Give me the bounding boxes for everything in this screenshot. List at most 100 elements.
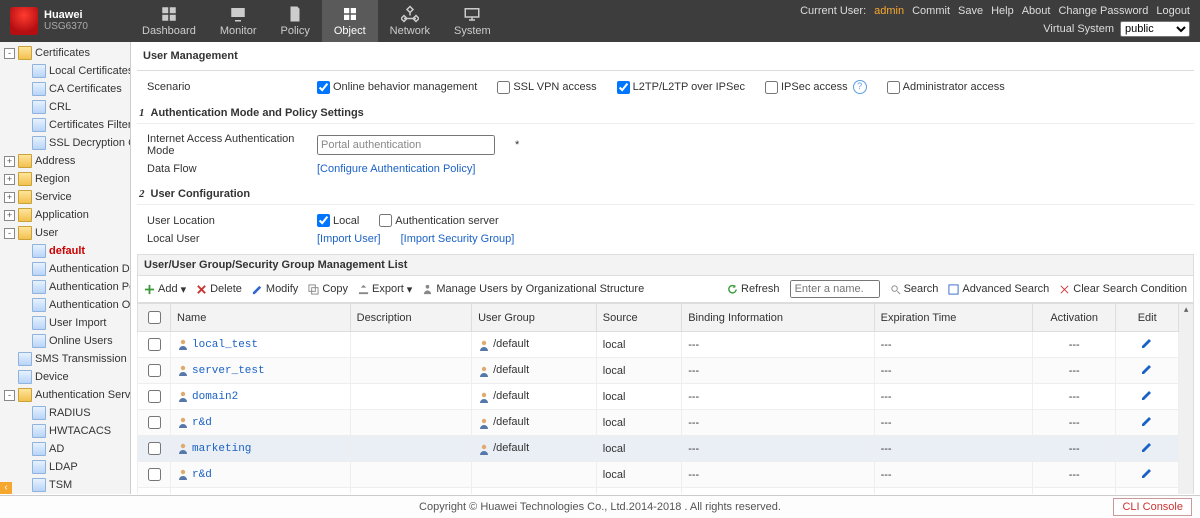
vsys-select[interactable]: public — [1120, 21, 1190, 37]
table-row[interactable]: server_test/defaultlocal--------- — [138, 358, 1179, 384]
tree-toggle-icon[interactable]: - — [4, 228, 15, 239]
row-checkbox[interactable] — [148, 338, 161, 351]
scenario-admin[interactable]: Administrator access — [887, 81, 1005, 94]
sidebar-item[interactable]: Authentication Policy — [0, 278, 130, 296]
sidebar-item[interactable]: +Application — [0, 206, 130, 224]
sidebar-item[interactable]: Online Users — [0, 332, 130, 350]
loc-local[interactable]: Local — [317, 214, 359, 227]
link-change-password[interactable]: Change Password — [1058, 5, 1148, 17]
refresh-button[interactable]: Refresh — [727, 283, 780, 295]
cli-console-button[interactable]: CLI Console — [1113, 498, 1192, 516]
link-save[interactable]: Save — [958, 5, 983, 17]
user-name-link[interactable]: server_test — [192, 365, 265, 377]
edit-icon[interactable] — [1141, 470, 1153, 482]
link-logout[interactable]: Logout — [1156, 5, 1190, 17]
sidebar-item[interactable]: SSL Decryption Cert — [0, 134, 130, 152]
sidebar-item[interactable]: HWTACACS — [0, 422, 130, 440]
tree-toggle-icon[interactable]: + — [4, 192, 15, 203]
tab-object[interactable]: Object — [322, 0, 378, 42]
sidebar-item[interactable]: Certificates Filtering — [0, 116, 130, 134]
user-name-link[interactable]: r&d — [192, 417, 212, 429]
edit-icon[interactable] — [1141, 340, 1153, 352]
row-checkbox[interactable] — [148, 416, 161, 429]
sidebar-item[interactable]: -User — [0, 224, 130, 242]
row-checkbox[interactable] — [148, 390, 161, 403]
sidebar-item[interactable]: LDAP — [0, 458, 130, 476]
col-act[interactable]: Activation — [1033, 304, 1116, 332]
sidebar-item[interactable]: -Authentication Server — [0, 386, 130, 404]
tree-toggle-icon[interactable]: + — [4, 156, 15, 167]
table-row[interactable]: local_test/defaultlocal--------- — [138, 332, 1179, 358]
tree-toggle-icon[interactable]: + — [4, 174, 15, 185]
col-name[interactable]: Name — [171, 304, 351, 332]
col-group[interactable]: User Group — [472, 304, 597, 332]
select-all[interactable] — [148, 311, 161, 324]
table-row[interactable]: andrei_vpn/defaultlocalNoneNever — [138, 488, 1179, 495]
link-help[interactable]: Help — [991, 5, 1014, 17]
tab-network[interactable]: Network — [378, 0, 442, 42]
link-import-sg[interactable]: [Import Security Group] — [401, 233, 515, 245]
auth-mode-input[interactable] — [317, 135, 495, 155]
sidebar-item[interactable]: Authentication Option — [0, 296, 130, 314]
sidebar-item[interactable]: CA Certificates — [0, 80, 130, 98]
help-icon[interactable]: ? — [853, 80, 867, 94]
tab-dashboard[interactable]: Dashboard — [130, 0, 208, 42]
edit-icon[interactable] — [1141, 444, 1153, 456]
sidebar-item[interactable]: Authentication Domain — [0, 260, 130, 278]
advanced-search-button[interactable]: Advanced Search — [948, 283, 1049, 295]
scenario-ipsec[interactable]: IPSec access? — [765, 80, 867, 94]
sidebar-item[interactable]: SMS Transmission — [0, 350, 130, 368]
modify-button[interactable]: Modify — [252, 283, 298, 295]
export-button[interactable]: Export▾ — [358, 283, 412, 296]
sidebar-item[interactable]: AD — [0, 440, 130, 458]
col-desc[interactable]: Description — [350, 304, 471, 332]
tab-system[interactable]: System — [442, 0, 503, 42]
scenario-ssl[interactable]: SSL VPN access — [497, 81, 596, 94]
sidebar-item[interactable]: TSM — [0, 476, 130, 494]
col-exp[interactable]: Expiration Time — [874, 304, 1033, 332]
sidebar-item[interactable]: +Service — [0, 188, 130, 206]
loc-auth[interactable]: Authentication server — [379, 214, 498, 227]
table-row[interactable]: domain2/defaultlocal--------- — [138, 384, 1179, 410]
table-scrollbar[interactable]: ▴▾ — [1179, 303, 1194, 494]
user-name-link[interactable]: r&d — [192, 469, 212, 481]
scenario-l2tp[interactable]: L2TP/L2TP over IPSec — [617, 81, 745, 94]
sidebar-item[interactable]: +Address — [0, 152, 130, 170]
user-name-link[interactable]: domain2 — [192, 391, 238, 403]
table-row[interactable]: marketing/defaultlocal--------- — [138, 436, 1179, 462]
sidebar-item[interactable]: CRL — [0, 98, 130, 116]
row-checkbox[interactable] — [148, 442, 161, 455]
link-configure-auth-policy[interactable]: [Configure Authentication Policy] — [317, 163, 475, 175]
edit-icon[interactable] — [1141, 418, 1153, 430]
table-row[interactable]: r&d/defaultlocal--------- — [138, 410, 1179, 436]
clear-search-button[interactable]: Clear Search Condition — [1059, 283, 1187, 295]
add-button[interactable]: Add▾ — [144, 283, 186, 296]
manage-org-button[interactable]: Manage Users by Organizational Structure — [422, 283, 644, 295]
row-checkbox[interactable] — [148, 468, 161, 481]
scenario-obm[interactable]: Online behavior management — [317, 81, 477, 94]
sidebar-item[interactable]: +Region — [0, 170, 130, 188]
delete-button[interactable]: Delete — [196, 283, 242, 295]
link-import-user[interactable]: [Import User] — [317, 233, 381, 245]
col-bind[interactable]: Binding Information — [682, 304, 874, 332]
sidebar-toggle-icon[interactable]: ‹ — [0, 482, 12, 494]
sidebar[interactable]: -CertificatesLocal CertificatesCA Certif… — [0, 42, 131, 494]
sidebar-item[interactable]: RADIUS — [0, 404, 130, 422]
sidebar-item[interactable]: User Import — [0, 314, 130, 332]
user-name-link[interactable]: marketing — [192, 443, 251, 455]
sidebar-item[interactable]: -Certificates — [0, 44, 130, 62]
edit-icon[interactable] — [1141, 366, 1153, 378]
link-commit[interactable]: Commit — [912, 5, 950, 17]
sidebar-item[interactable]: Local Certificates — [0, 62, 130, 80]
sidebar-item[interactable]: Device — [0, 368, 130, 386]
search-button[interactable]: Search — [890, 283, 939, 295]
link-about[interactable]: About — [1022, 5, 1051, 17]
tree-toggle-icon[interactable]: - — [4, 390, 15, 401]
col-source[interactable]: Source — [596, 304, 681, 332]
tree-toggle-icon[interactable]: - — [4, 48, 15, 59]
copy-button[interactable]: Copy — [308, 283, 348, 295]
row-checkbox[interactable] — [148, 364, 161, 377]
sidebar-item[interactable]: default — [0, 242, 130, 260]
user-name-link[interactable]: local_test — [192, 339, 258, 351]
tree-toggle-icon[interactable]: + — [4, 210, 15, 221]
